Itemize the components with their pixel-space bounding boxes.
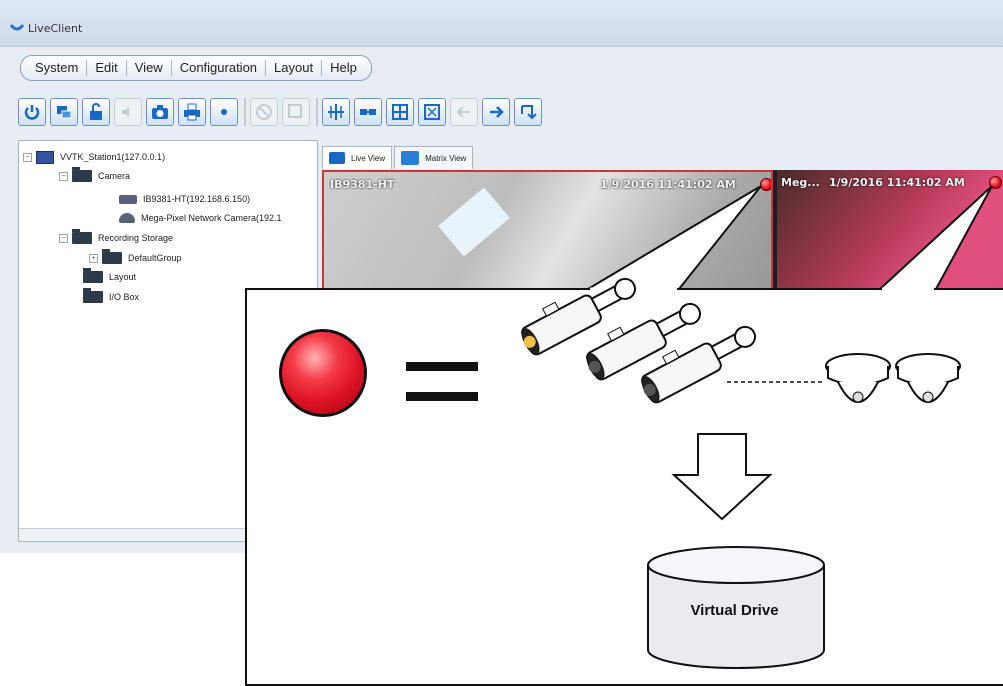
- ptz-icon: [328, 104, 344, 120]
- tree-recording[interactable]: − Recording Storage: [59, 229, 174, 246]
- rotate-icon: [521, 105, 537, 120]
- toolbar-separator: [244, 98, 246, 126]
- monitor-button[interactable]: [50, 98, 78, 126]
- tab-matrix-label: Matrix View: [425, 153, 467, 163]
- tree-group-label: DefaultGroup: [128, 253, 182, 263]
- menu-help[interactable]: Help: [322, 60, 365, 76]
- view-tabs: Live View Matrix View: [322, 146, 475, 170]
- menu-layout[interactable]: Layout: [266, 60, 323, 76]
- menu-edit[interactable]: Edit: [87, 60, 127, 76]
- menu-bar: System Edit View Configuration Layout He…: [20, 55, 372, 81]
- recording-indicator-icon: [989, 176, 1002, 189]
- rotate-button[interactable]: [514, 98, 542, 126]
- grid-icon: [392, 104, 408, 120]
- print-button[interactable]: [178, 98, 206, 126]
- window-title: LiveClient: [28, 22, 83, 35]
- toolbar: [18, 95, 546, 129]
- menu-configuration[interactable]: Configuration: [172, 60, 267, 76]
- tree-cam2-label: Mega-Pixel Network Camera(192.1: [141, 213, 282, 223]
- tree-io[interactable]: I/O Box: [83, 288, 140, 305]
- record-icon: [221, 109, 227, 115]
- snapshot-button[interactable]: [146, 98, 174, 126]
- tab-live-label: Live View: [351, 153, 386, 163]
- recording-indicator-icon: [760, 178, 771, 191]
- tree-layout[interactable]: Layout: [83, 268, 137, 285]
- dome-camera-icon: [119, 213, 135, 223]
- power-icon: [24, 105, 40, 120]
- power-button[interactable]: [18, 98, 46, 126]
- zoom-icon: [288, 104, 302, 118]
- equals-icon: [406, 358, 478, 406]
- video-frame: [438, 187, 510, 257]
- tree-cam1-label: IB9381-HT(192.168.6.150): [143, 194, 251, 204]
- monitor-icon: [57, 106, 72, 119]
- toolbar-separator: [316, 98, 318, 126]
- camera-link-button[interactable]: [354, 98, 382, 126]
- tree-recording-label: Recording Storage: [98, 233, 174, 243]
- fullscreen-icon: [424, 104, 440, 120]
- zoom-button[interactable]: [282, 98, 310, 126]
- collapse-icon[interactable]: −: [23, 152, 32, 162]
- arrow-left-icon: [456, 106, 470, 118]
- expand-icon[interactable]: +: [89, 253, 98, 263]
- tree-cam1[interactable]: IB9381-HT(192.168.6.150): [119, 191, 250, 207]
- viewport-2-name: Meg...: [781, 176, 820, 189]
- menu-view[interactable]: View: [127, 60, 172, 76]
- snapshot-icon: [152, 105, 168, 119]
- folder-icon: [72, 229, 92, 244]
- record-button[interactable]: [210, 98, 238, 126]
- tree-station-label: VVTK_Station1(127.0.0.1): [60, 152, 166, 162]
- tree-io-label: I/O Box: [109, 292, 140, 302]
- camera-icon: [329, 152, 345, 164]
- folder-icon: [83, 268, 103, 283]
- viewport-1-name: IB9381-HT: [330, 178, 395, 191]
- tree-camera-label: Camera: [98, 171, 131, 181]
- stop-icon: [256, 104, 272, 120]
- tree-camera[interactable]: − Camera: [59, 167, 131, 184]
- ptz-button[interactable]: [322, 98, 350, 126]
- unlock-button[interactable]: [82, 98, 110, 126]
- camera-link-icon: [360, 109, 376, 115]
- print-icon: [184, 103, 200, 121]
- arrow-right-icon: [490, 106, 504, 118]
- unlock-icon: [90, 103, 102, 120]
- folder-icon: [72, 167, 92, 182]
- collapse-icon[interactable]: −: [59, 233, 68, 243]
- tree-group[interactable]: + DefaultGroup: [89, 249, 182, 266]
- menu-system[interactable]: System: [27, 60, 88, 76]
- viewport-2-time: 1/9/2016 11:41:02 AM: [829, 176, 965, 189]
- viewport-1-time: 1/9/2016 11:41:02 AM: [600, 178, 736, 191]
- computer-icon: [36, 150, 54, 164]
- folder-icon: [83, 288, 103, 303]
- grid-button[interactable]: [386, 98, 414, 126]
- stop-button[interactable]: [250, 98, 278, 126]
- folder-icon: [102, 249, 122, 264]
- bullet-camera-icon: [119, 194, 137, 204]
- matrix-icon: [401, 151, 420, 165]
- title-bar: LiveClient: [0, 0, 1003, 47]
- back-button[interactable]: [450, 98, 478, 126]
- fullscreen-button[interactable]: [418, 98, 446, 126]
- audio-button[interactable]: [114, 98, 142, 126]
- recording-indicator-large-icon: [279, 329, 367, 417]
- tab-matrix-view[interactable]: Matrix View: [394, 146, 474, 169]
- tree-layout-label: Layout: [109, 272, 137, 282]
- collapse-icon[interactable]: −: [59, 171, 68, 181]
- tree-station[interactable]: − VVTK_Station1(127.0.0.1): [23, 149, 165, 165]
- tab-live-view[interactable]: Live View: [322, 146, 393, 169]
- audio-icon: [122, 107, 129, 117]
- forward-button[interactable]: [482, 98, 510, 126]
- app-logo-icon: [10, 24, 24, 31]
- virtual-drive-label: Virtual Drive: [690, 602, 779, 619]
- tree-cam2[interactable]: Mega-Pixel Network Camera(192.1: [119, 210, 282, 226]
